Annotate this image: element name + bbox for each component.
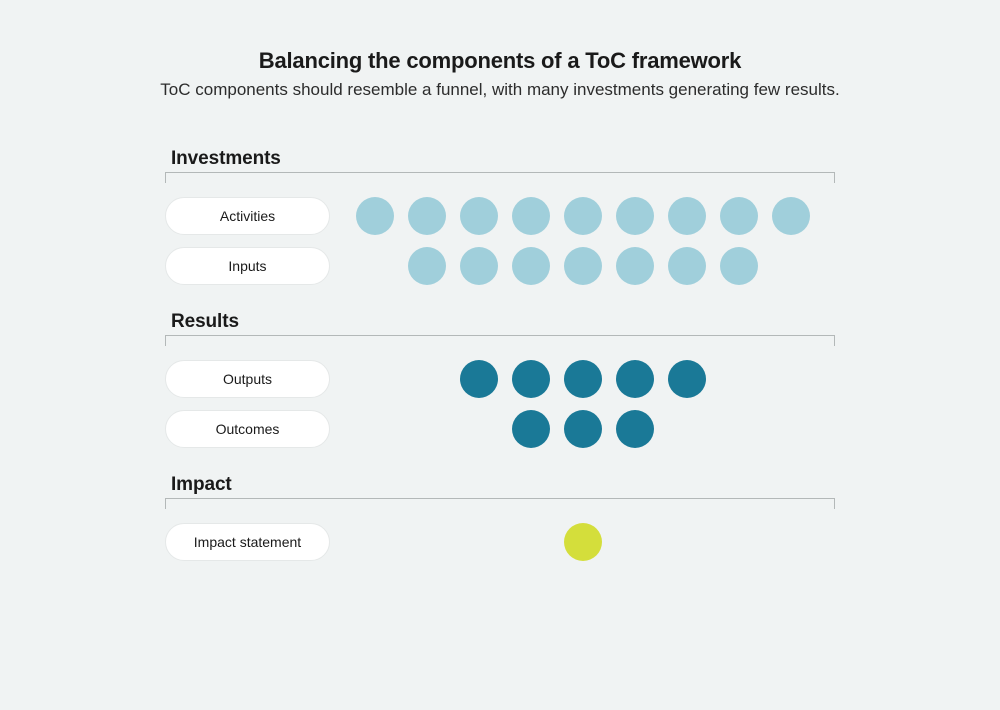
dot-icon — [564, 247, 602, 285]
dot-icon — [720, 197, 758, 235]
section-results: Results Outputs Outcomes — [165, 311, 835, 448]
dot-icon — [616, 247, 654, 285]
section-impact: Impact Impact statement — [165, 474, 835, 561]
pill-outcomes: Outcomes — [165, 410, 330, 448]
row-outcomes: Outcomes — [165, 410, 835, 448]
dot-field-outputs — [330, 360, 835, 398]
dot-icon — [512, 360, 550, 398]
dot-icon — [720, 247, 758, 285]
section-title-investments: Investments — [171, 148, 835, 170]
pill-label: Activities — [220, 208, 275, 224]
pill-label: Outcomes — [216, 421, 280, 437]
dot-icon — [668, 247, 706, 285]
dot-icon — [616, 197, 654, 235]
section-investments: Investments Activities — [165, 148, 835, 285]
dot-icon — [512, 197, 550, 235]
dot-icon — [564, 523, 602, 561]
diagram-body: Investments Activities — [0, 148, 1000, 561]
pill-label: Inputs — [228, 258, 266, 274]
dot-icon — [616, 360, 654, 398]
dot-icon — [616, 410, 654, 448]
dot-icon — [668, 360, 706, 398]
dot-icon — [408, 247, 446, 285]
dot-icon — [460, 360, 498, 398]
dot-icon — [408, 197, 446, 235]
diagram-canvas: Balancing the components of a ToC framew… — [0, 0, 1000, 710]
diagram-title: Balancing the components of a ToC framew… — [0, 48, 1000, 74]
pill-outputs: Outputs — [165, 360, 330, 398]
dot-field-inputs — [330, 247, 835, 285]
dot-icon — [564, 197, 602, 235]
dot-icon — [564, 410, 602, 448]
dot-icon — [668, 197, 706, 235]
row-activities: Activities — [165, 197, 835, 235]
pill-inputs: Inputs — [165, 247, 330, 285]
bracket-icon — [165, 172, 835, 183]
bracket-icon — [165, 335, 835, 346]
dot-icon — [512, 410, 550, 448]
dot-icon — [460, 247, 498, 285]
dot-icon — [460, 197, 498, 235]
section-title-impact: Impact — [171, 474, 835, 496]
row-outputs: Outputs — [165, 360, 835, 398]
pill-activities: Activities — [165, 197, 330, 235]
dot-icon — [512, 247, 550, 285]
dot-field-impact — [330, 523, 835, 561]
section-title-results: Results — [171, 311, 835, 333]
pill-label: Outputs — [223, 371, 272, 387]
diagram-subtitle: ToC components should resemble a funnel,… — [0, 80, 1000, 100]
dot-icon — [356, 197, 394, 235]
dot-field-activities — [330, 197, 835, 235]
row-impact-statement: Impact statement — [165, 523, 835, 561]
pill-label: Impact statement — [194, 534, 301, 550]
pill-impact-statement: Impact statement — [165, 523, 330, 561]
bracket-icon — [165, 498, 835, 509]
dot-icon — [564, 360, 602, 398]
row-inputs: Inputs — [165, 247, 835, 285]
dot-field-outcomes — [330, 410, 835, 448]
dot-icon — [772, 197, 810, 235]
